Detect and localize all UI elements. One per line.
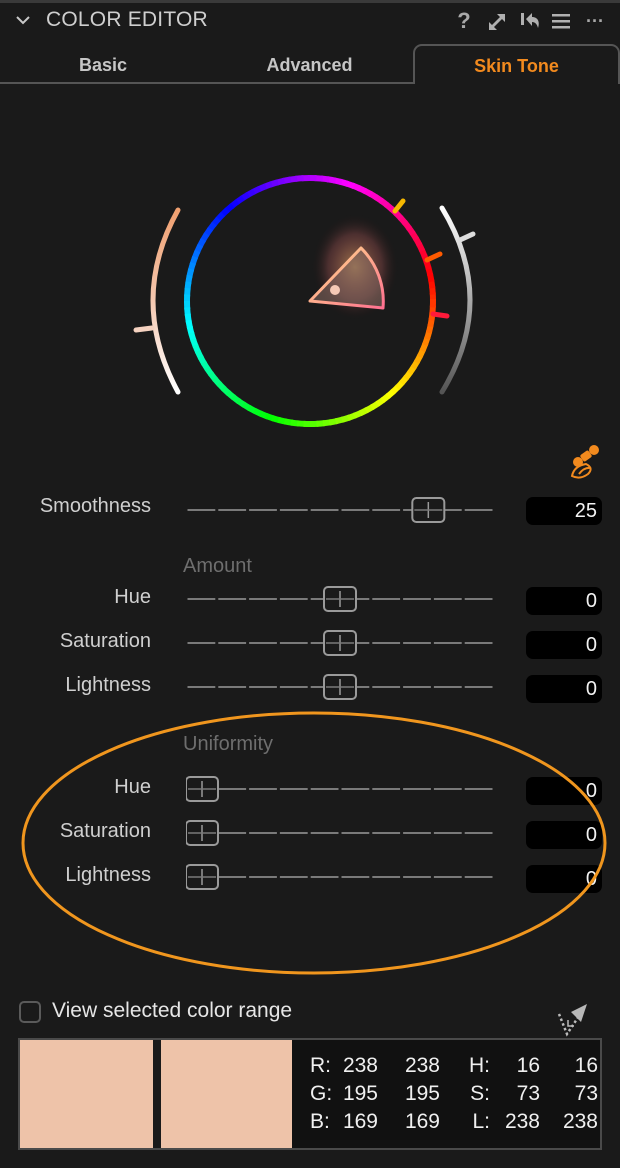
hue-range-tick-1[interactable]: [392, 198, 406, 214]
swatch-divider: [153, 1040, 161, 1148]
amount-saturation-label: Saturation: [59, 630, 151, 652]
readout-value: 73: [516, 1082, 540, 1105]
skin-tone-color-wheel[interactable]: [130, 160, 490, 440]
more-options-icon[interactable]: ···: [583, 8, 607, 34]
smoothness-slider[interactable]: [186, 495, 494, 525]
presets-menu-icon[interactable]: [549, 8, 573, 34]
original-color-swatch: [20, 1040, 153, 1148]
amount-lightness-value[interactable]: 0: [526, 675, 602, 703]
readout-value: 169: [404, 1110, 440, 1133]
uniformity-lightness-label: Lightness: [65, 864, 151, 886]
readout-key: S:: [470, 1082, 490, 1105]
readout-row-r: R: 238 238 H: 16 16: [310, 1052, 598, 1080]
hue-range-tick-3[interactable]: [430, 311, 450, 319]
readout-row-b: B: 169 169 L: 238 238: [310, 1108, 598, 1136]
tab-bar: Basic Advanced Skin Tone: [0, 44, 620, 84]
reset-icon[interactable]: [518, 8, 542, 34]
collapse-chevron-icon[interactable]: [12, 9, 34, 31]
amount-hue-value[interactable]: 0: [526, 587, 602, 615]
readout-value: 238: [504, 1110, 540, 1133]
readout-value: 16: [516, 1054, 540, 1077]
smoothness-label: Smoothness: [39, 495, 151, 517]
readout-key: G:: [310, 1082, 333, 1105]
lightness-tick[interactable]: [457, 231, 476, 243]
uniformity-hue-label: Hue: [114, 776, 151, 798]
readout-value: 238: [342, 1054, 378, 1077]
readout-row-g: G: 195 195 S: 73 73: [310, 1080, 598, 1108]
readout-value: 238: [562, 1110, 598, 1133]
tab-advanced[interactable]: Advanced: [206, 44, 413, 84]
uniformity-saturation-label: Saturation: [59, 820, 151, 842]
readout-value: 195: [342, 1082, 378, 1105]
color-range-select-icon[interactable]: [553, 1000, 593, 1038]
expand-icon[interactable]: [485, 8, 509, 34]
skin-saturation-tick[interactable]: [133, 325, 155, 333]
uniformity-section-title: Uniformity: [183, 733, 274, 755]
uniformity-saturation-value[interactable]: 0: [526, 821, 602, 849]
color-values-readout: R: 238 238 H: 16 16 G: 195 195 S: 73 73 …: [310, 1052, 598, 1136]
amount-saturation-value[interactable]: 0: [526, 631, 602, 659]
tab-basic[interactable]: Basic: [0, 44, 206, 84]
readout-key: H:: [469, 1054, 490, 1077]
uniformity-saturation-slider[interactable]: [186, 818, 494, 848]
amount-lightness-label: Lightness: [65, 674, 151, 696]
uniformity-lightness-value[interactable]: 0: [526, 865, 602, 893]
readout-value: 169: [342, 1110, 378, 1133]
amount-lightness-slider[interactable]: [186, 672, 494, 702]
color-readout-panel: R: 238 238 H: 16 16 G: 195 195 S: 73 73 …: [18, 1038, 602, 1150]
view-selected-range-label[interactable]: View selected color range: [52, 999, 292, 1023]
selected-color-point[interactable]: [330, 285, 340, 295]
readout-value: 238: [404, 1054, 440, 1077]
help-icon[interactable]: ?: [452, 8, 476, 34]
smoothness-value[interactable]: 25: [526, 497, 602, 525]
view-selected-range-checkbox[interactable]: [19, 1001, 41, 1023]
tab-skin-tone[interactable]: Skin Tone: [413, 44, 620, 84]
amount-section-title: Amount: [183, 555, 252, 577]
skin-saturation-arc[interactable]: [150, 207, 181, 395]
amount-hue-slider[interactable]: [186, 584, 494, 614]
uniformity-hue-slider[interactable]: [186, 774, 494, 804]
readout-key: R:: [310, 1054, 331, 1077]
amount-saturation-slider[interactable]: [186, 628, 494, 658]
tool-header: COLOR EDITOR ? ···: [0, 3, 620, 39]
readout-value: 73: [574, 1082, 598, 1105]
readout-value: 16: [574, 1054, 598, 1077]
readout-key: B:: [310, 1110, 330, 1133]
uniformity-hue-value[interactable]: 0: [526, 777, 602, 805]
tool-title: COLOR EDITOR: [46, 8, 208, 31]
hue-range-tick-2[interactable]: [424, 251, 443, 263]
readout-value: 195: [404, 1082, 440, 1105]
readout-key: L:: [472, 1110, 490, 1133]
amount-hue-label: Hue: [114, 586, 151, 608]
adjusted-color-swatch: [161, 1040, 292, 1148]
skin-tone-picker-icon[interactable]: [564, 440, 606, 480]
uniformity-lightness-slider[interactable]: [186, 862, 494, 892]
